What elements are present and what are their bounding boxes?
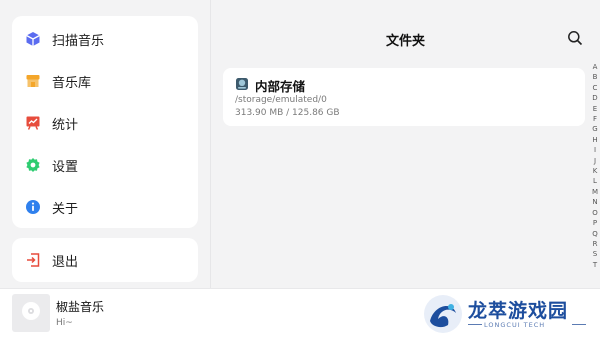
exit-button[interactable]: 退出 <box>12 238 198 282</box>
sidebar-item-label: 扫描音乐 <box>52 33 105 49</box>
alphabet-index-letter[interactable]: E <box>593 104 597 114</box>
alphabet-index-letter[interactable]: K <box>593 166 598 176</box>
sidebar-item-label: 统计 <box>52 117 79 133</box>
alphabet-index-letter[interactable]: F <box>593 114 597 124</box>
music-library-store-icon <box>24 72 42 90</box>
storage-name-row: 内部存储 <box>235 76 305 95</box>
page-title: 文件夹 <box>385 34 425 49</box>
sidebar-menu: 扫描音乐 音乐库 统计 设置 关于 <box>12 16 198 228</box>
watermark-sub: LONGCUI TECH <box>484 321 546 329</box>
sidebar-item-settings[interactable]: 设置 <box>12 144 198 186</box>
alphabet-index-letter[interactable]: B <box>593 72 598 82</box>
track-subtitle: Hi~ <box>56 318 73 328</box>
alphabet-index-letter[interactable]: G <box>592 124 597 134</box>
watermark-rule-left <box>468 324 482 325</box>
sidebar-item-statistics[interactable]: 统计 <box>12 102 198 144</box>
alphabet-index-letter[interactable]: O <box>592 208 598 218</box>
alphabet-index-letter[interactable]: C <box>593 83 598 93</box>
alphabet-index-letter[interactable]: A <box>593 62 598 72</box>
alphabet-index-letter[interactable]: L <box>593 176 597 186</box>
search-button[interactable] <box>567 30 589 52</box>
alphabet-index[interactable]: ABCDEFGHIJKLMNOPQRST <box>590 62 600 270</box>
sidebar-item-label: 设置 <box>52 159 79 175</box>
sidebar-item-label: 关于 <box>52 201 79 217</box>
scan-music-cube-icon <box>24 30 42 48</box>
sidebar: 扫描音乐 音乐库 统计 设置 关于 退出 <box>0 0 210 288</box>
alphabet-index-letter[interactable]: T <box>593 260 597 270</box>
alphabet-index-letter[interactable]: P <box>593 218 597 228</box>
alphabet-index-letter[interactable]: N <box>592 197 597 207</box>
dragon-logo-icon <box>422 293 464 338</box>
alphabet-index-letter[interactable]: D <box>592 93 597 103</box>
alphabet-index-letter[interactable]: J <box>594 156 596 166</box>
alphabet-index-letter[interactable]: I <box>594 145 596 155</box>
alphabet-index-letter[interactable]: H <box>592 135 597 145</box>
storage-path: /storage/emulated/0 <box>235 95 327 105</box>
watermark-brand: 龙萃游戏园 <box>468 300 569 322</box>
hard-drive-icon <box>235 76 249 95</box>
main-content: 文件夹 内部存储 /storage/emulated/0 313.90 MB /… <box>211 0 600 288</box>
exit-icon <box>24 251 42 269</box>
watermark-logo: 龙萃游戏园 LONGCUI TECH <box>422 293 592 337</box>
alphabet-index-letter[interactable]: S <box>593 249 597 259</box>
statistics-chart-icon <box>24 114 42 132</box>
sidebar-item-scan-music[interactable]: 扫描音乐 <box>12 18 198 60</box>
info-icon <box>24 198 42 216</box>
track-title: 椒盐音乐 <box>56 300 105 314</box>
storage-item-internal[interactable]: 内部存储 /storage/emulated/0 313.90 MB / 125… <box>223 68 585 126</box>
watermark-rule-right <box>572 324 586 325</box>
alphabet-index-letter[interactable]: R <box>593 239 598 249</box>
album-disc-icon <box>20 300 42 326</box>
search-icon <box>567 31 583 50</box>
alphabet-index-letter[interactable]: Q <box>592 229 598 239</box>
sidebar-item-music-library[interactable]: 音乐库 <box>12 60 198 102</box>
storage-size: 313.90 MB / 125.86 GB <box>235 108 340 118</box>
mini-player[interactable]: 椒盐音乐 Hi~ 龙萃游戏园 LONGCUI TECH <box>0 288 600 338</box>
alphabet-index-letter[interactable]: M <box>592 187 598 197</box>
storage-name: 内部存储 <box>255 79 306 94</box>
sidebar-item-about[interactable]: 关于 <box>12 186 198 228</box>
album-art[interactable] <box>12 294 50 332</box>
exit-label: 退出 <box>52 254 79 270</box>
sidebar-item-label: 音乐库 <box>52 75 92 91</box>
settings-gear-icon <box>24 156 42 174</box>
